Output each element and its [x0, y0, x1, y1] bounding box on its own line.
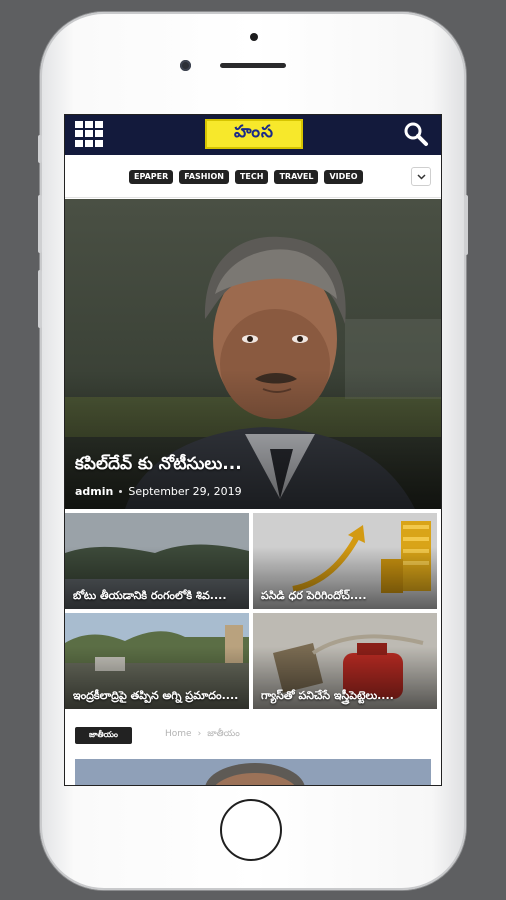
section-tag[interactable]: జాతీయం [75, 727, 132, 744]
category-video[interactable]: VIDEO [324, 170, 363, 184]
home-button[interactable] [220, 799, 282, 861]
article-card[interactable]: పసిడి ధర పెరిగిందోచ్.... [253, 513, 437, 609]
volume-down-button [38, 270, 42, 328]
next-article-image [75, 759, 431, 785]
search-icon[interactable] [403, 121, 429, 147]
app-screen: హంస EPAPER FASHION TECH TRAVEL VIDEO కపి… [64, 114, 442, 786]
earpiece-speaker [220, 63, 286, 68]
next-article-thumbnail[interactable] [75, 759, 431, 785]
grid-menu-icon[interactable] [75, 121, 103, 147]
breadcrumb-separator: › [197, 729, 202, 739]
category-fashion[interactable]: FASHION [179, 170, 229, 184]
featured-article-meta: admin September 29, 2019 [75, 485, 242, 498]
category-bar: EPAPER FASHION TECH TRAVEL VIDEO [65, 155, 441, 198]
breadcrumb-home[interactable]: Home [165, 729, 192, 741]
front-camera [180, 60, 191, 71]
article-card[interactable]: గ్యాస్‌తో పనిచేసే ఇస్త్రీపెట్టెలు.... [253, 613, 437, 709]
featured-article-title[interactable]: కపిల్‌దేవ్ కు నోటీసులు... [75, 454, 242, 478]
article-card-title[interactable]: పసిడి ధర పెరిగిందోచ్.... [261, 588, 429, 603]
section-header: జాతీయం Home › జాతీయం [65, 715, 441, 759]
article-card-title[interactable]: గ్యాస్‌తో పనిచేసే ఇస్త్రీపెట్టెలు.... [261, 688, 429, 703]
article-card-title[interactable]: ఇంద్రకీలాద్రిపై తప్పిన అగ్ని ప్రమాదం.... [73, 688, 241, 703]
article-author[interactable]: admin [75, 485, 113, 498]
category-travel[interactable]: TRAVEL [274, 170, 319, 184]
chevron-down-icon[interactable] [411, 167, 431, 186]
breadcrumb: Home › జాతీయం [165, 729, 240, 741]
category-chips: EPAPER FASHION TECH TRAVEL VIDEO [129, 170, 363, 184]
category-tech[interactable]: TECH [234, 170, 269, 184]
article-card[interactable]: ఇంద్రకీలాద్రిపై తప్పిన అగ్ని ప్రమాదం.... [65, 613, 249, 709]
mute-switch [38, 135, 42, 163]
article-card[interactable]: బోటు తీయడానికి రంగంలోకి శివ.... [65, 513, 249, 609]
front-sensor [250, 33, 258, 41]
article-date: September 29, 2019 [128, 485, 242, 498]
site-logo[interactable]: హంస [205, 119, 303, 149]
category-epaper[interactable]: EPAPER [129, 170, 174, 184]
breadcrumb-current: జాతీయం [207, 729, 240, 739]
logo-text: హంస [234, 122, 274, 142]
app-header: హంస [65, 115, 441, 155]
power-button [464, 195, 468, 255]
article-card-title[interactable]: బోటు తీయడానికి రంగంలోకి శివ.... [73, 588, 241, 603]
meta-separator [119, 490, 123, 493]
featured-article[interactable]: కపిల్‌దేవ్ కు నోటీసులు... admin Septembe… [65, 199, 441, 509]
volume-up-button [38, 195, 42, 253]
